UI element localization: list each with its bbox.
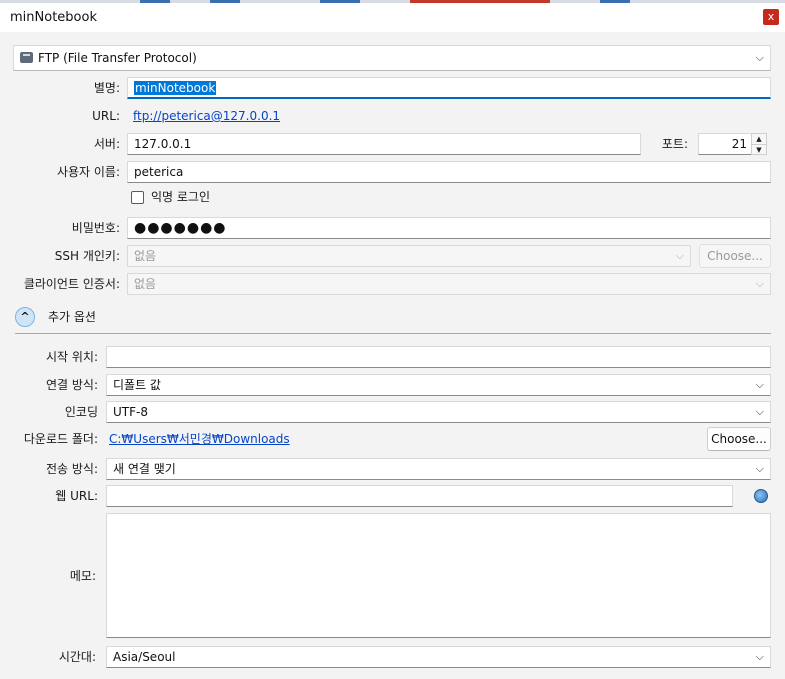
chevron-down-icon: ⌵ (755, 378, 764, 391)
web-url-field[interactable] (106, 485, 733, 507)
ssh-key-choose-button: Choose... (699, 244, 771, 268)
port-field[interactable]: 21 (698, 133, 752, 155)
username-field[interactable]: peterica (127, 161, 771, 183)
port-stepper[interactable]: ▲ ▼ (751, 133, 767, 155)
client-cert-value: 없음 (134, 277, 157, 291)
port-label: 포트: (661, 137, 688, 151)
chevron-down-icon: ⌵ (755, 277, 764, 290)
ssh-key-label: SSH 개인키: (54, 249, 120, 263)
protocol-value: FTP (File Transfer Protocol) (38, 51, 197, 65)
memo-textarea[interactable] (106, 513, 771, 638)
web-url-label: 웹 URL: (55, 489, 98, 503)
password-field[interactable]: ●●●●●●● (127, 217, 771, 239)
anonymous-login-label[interactable]: 익명 로그인 (151, 186, 210, 208)
timezone-value: Asia/Seoul (113, 650, 176, 664)
window-title: minNotebook (10, 10, 97, 25)
anonymous-login-checkbox[interactable] (131, 191, 144, 204)
nickname-field[interactable]: minNotebook (127, 77, 771, 99)
connect-mode-label: 연결 방식: (45, 378, 98, 392)
url-label: URL: (92, 109, 120, 123)
port-value: 21 (731, 137, 747, 151)
ftp-drive-icon (20, 52, 33, 63)
download-folder-label: 다운로드 폴더: (23, 432, 98, 446)
caret-up-icon[interactable]: ▲ (752, 134, 766, 144)
start-path-field[interactable] (106, 346, 771, 368)
client-cert-select: 없음 ⌵ (127, 273, 771, 295)
transfer-mode-label: 전송 방식: (45, 462, 98, 476)
bookmark-dialog: FTP (File Transfer Protocol) ⌵ 별명: minNo… (0, 32, 785, 679)
server-label: 서버: (93, 137, 120, 151)
chevron-down-icon: ⌵ (755, 405, 764, 418)
connect-mode-select[interactable]: 디폴트 값 ⌵ (106, 374, 771, 396)
timezone-select[interactable]: Asia/Seoul ⌵ (106, 646, 771, 668)
chevron-down-icon: ⌵ (675, 249, 684, 262)
encoding-value: UTF-8 (113, 405, 148, 419)
transfer-mode-value: 새 연결 맺기 (113, 462, 176, 476)
password-label: 비밀번호: (71, 221, 120, 235)
globe-icon[interactable] (754, 489, 768, 503)
timezone-label: 시간대: (58, 650, 96, 664)
encoding-label: 인코딩 (64, 405, 98, 419)
nickname-value: minNotebook (134, 81, 217, 95)
start-path-label: 시작 위치: (45, 350, 98, 364)
chevron-down-icon: ⌵ (755, 51, 764, 64)
url-link[interactable]: ftp://peterica@127.0.0.1 (133, 105, 280, 127)
close-button[interactable]: x (763, 9, 779, 25)
protocol-select[interactable]: FTP (File Transfer Protocol) ⌵ (13, 45, 771, 71)
transfer-mode-select[interactable]: 새 연결 맺기 ⌵ (106, 458, 771, 480)
chevron-up-icon[interactable]: ^ (15, 307, 35, 327)
download-folder-choose-button[interactable]: Choose... (707, 427, 771, 451)
section-divider (15, 333, 771, 334)
download-folder-link[interactable]: C:₩Users₩서민경₩Downloads (109, 428, 290, 450)
chevron-down-icon: ⌵ (755, 650, 764, 663)
title-bar: minNotebook x (0, 3, 785, 32)
username-label: 사용자 이름: (56, 165, 120, 179)
connect-mode-value: 디폴트 값 (113, 378, 161, 392)
chevron-down-icon: ⌵ (755, 462, 764, 475)
client-cert-label: 클라이언트 인증서: (23, 277, 120, 291)
ssh-key-value: 없음 (134, 249, 157, 263)
password-mask: ●●●●●●● (134, 220, 227, 236)
server-field[interactable]: 127.0.0.1 (127, 133, 641, 155)
memo-label: 메모: (69, 569, 96, 583)
ssh-key-select: 없음 ⌵ (127, 245, 691, 267)
encoding-select[interactable]: UTF-8 ⌵ (106, 401, 771, 423)
caret-down-icon[interactable]: ▼ (752, 144, 766, 154)
more-options-label[interactable]: 추가 옵션 (48, 306, 96, 328)
nickname-label: 별명: (93, 81, 120, 95)
